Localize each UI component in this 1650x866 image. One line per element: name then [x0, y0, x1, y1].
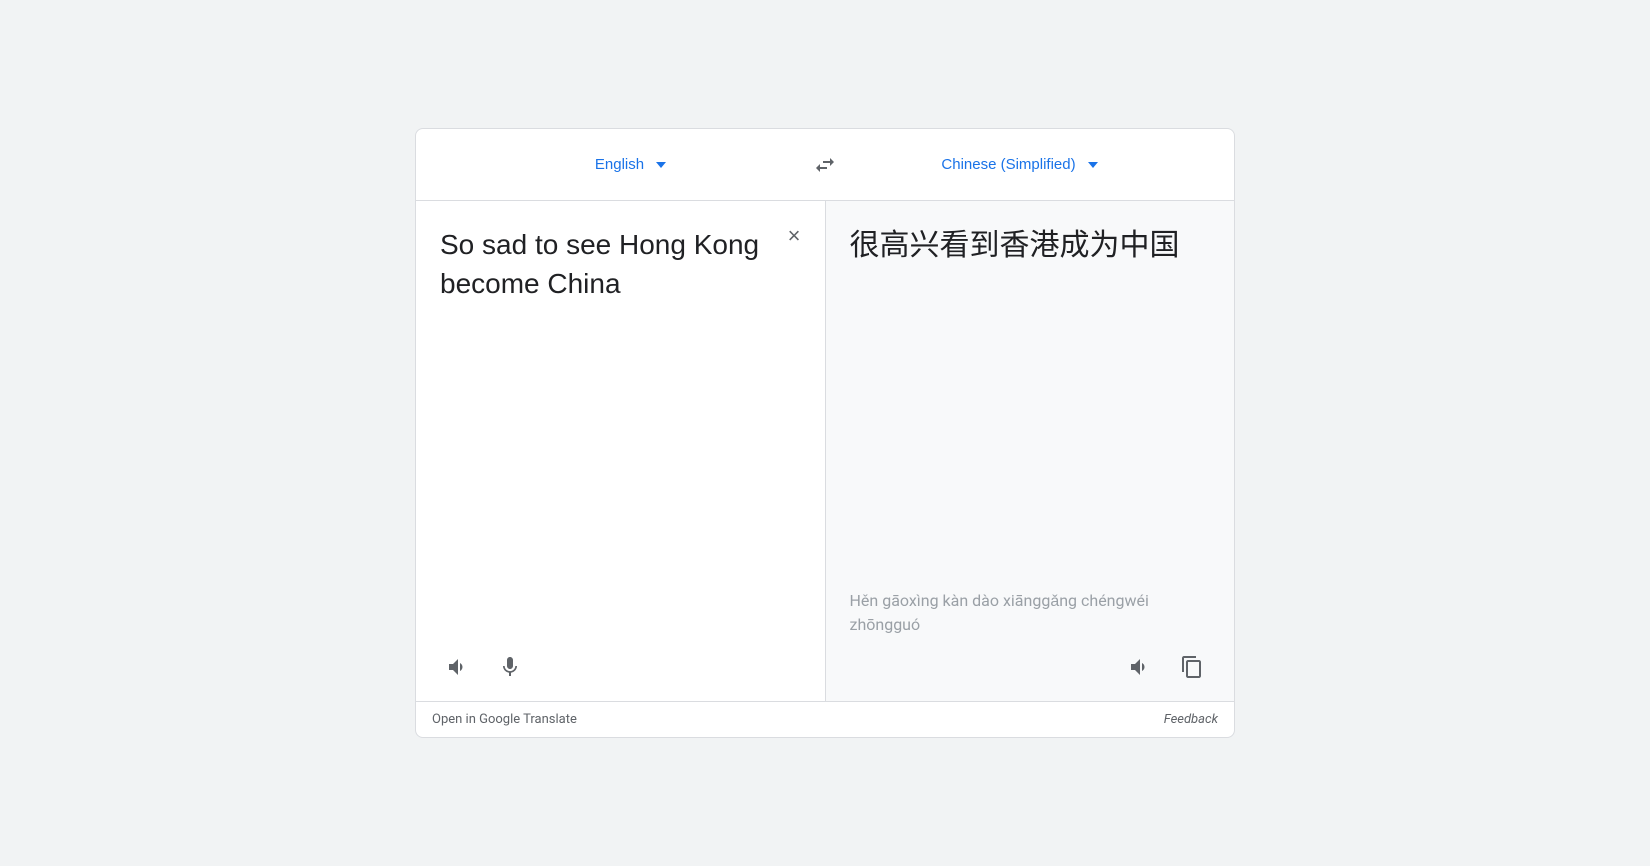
target-lang-selector[interactable]: Chinese (Simplified) — [845, 148, 1194, 181]
source-lang-selector[interactable]: English — [456, 148, 805, 181]
source-lang-label: English — [595, 156, 644, 173]
translation-panels: So sad to see Hong Kong become China × — [416, 201, 1234, 701]
source-panel-footer — [440, 637, 801, 685]
open-google-translate-link[interactable]: Open in Google Translate — [432, 712, 577, 727]
copy-icon — [1180, 655, 1204, 679]
swap-languages-button[interactable] — [805, 145, 845, 185]
translated-text: 很高兴看到香港成为中国 — [850, 225, 1211, 581]
romanization-text: Hěn gāoxìng kàn dào xiānggǎng chéngwéi z… — [850, 589, 1211, 637]
source-panel: So sad to see Hong Kong become China × — [416, 201, 826, 701]
microphone-icon — [498, 655, 522, 679]
speaker-translation-icon — [1128, 655, 1152, 679]
speaker-icon — [446, 655, 470, 679]
header-bar: English Chinese (Simplified) — [416, 129, 1234, 201]
source-text[interactable]: So sad to see Hong Kong become China — [440, 225, 801, 637]
target-panel: 很高兴看到香港成为中国 Hěn gāoxìng kàn dào xiānggǎn… — [826, 201, 1235, 701]
target-lang-chevron-icon — [1088, 162, 1098, 168]
speak-source-button[interactable] — [440, 649, 476, 685]
footer-bar: Open in Google Translate Feedback — [416, 701, 1234, 737]
microphone-button[interactable] — [492, 649, 528, 685]
swap-icon — [813, 153, 837, 177]
speak-translation-button[interactable] — [1122, 649, 1158, 685]
translate-widget: English Chinese (Simplified) So sad to s… — [415, 128, 1235, 738]
target-lang-label: Chinese (Simplified) — [941, 156, 1075, 173]
source-lang-chevron-icon — [656, 162, 666, 168]
target-panel-footer — [850, 637, 1211, 685]
clear-button[interactable]: × — [784, 221, 805, 251]
feedback-link[interactable]: Feedback — [1164, 712, 1218, 727]
copy-translation-button[interactable] — [1174, 649, 1210, 685]
